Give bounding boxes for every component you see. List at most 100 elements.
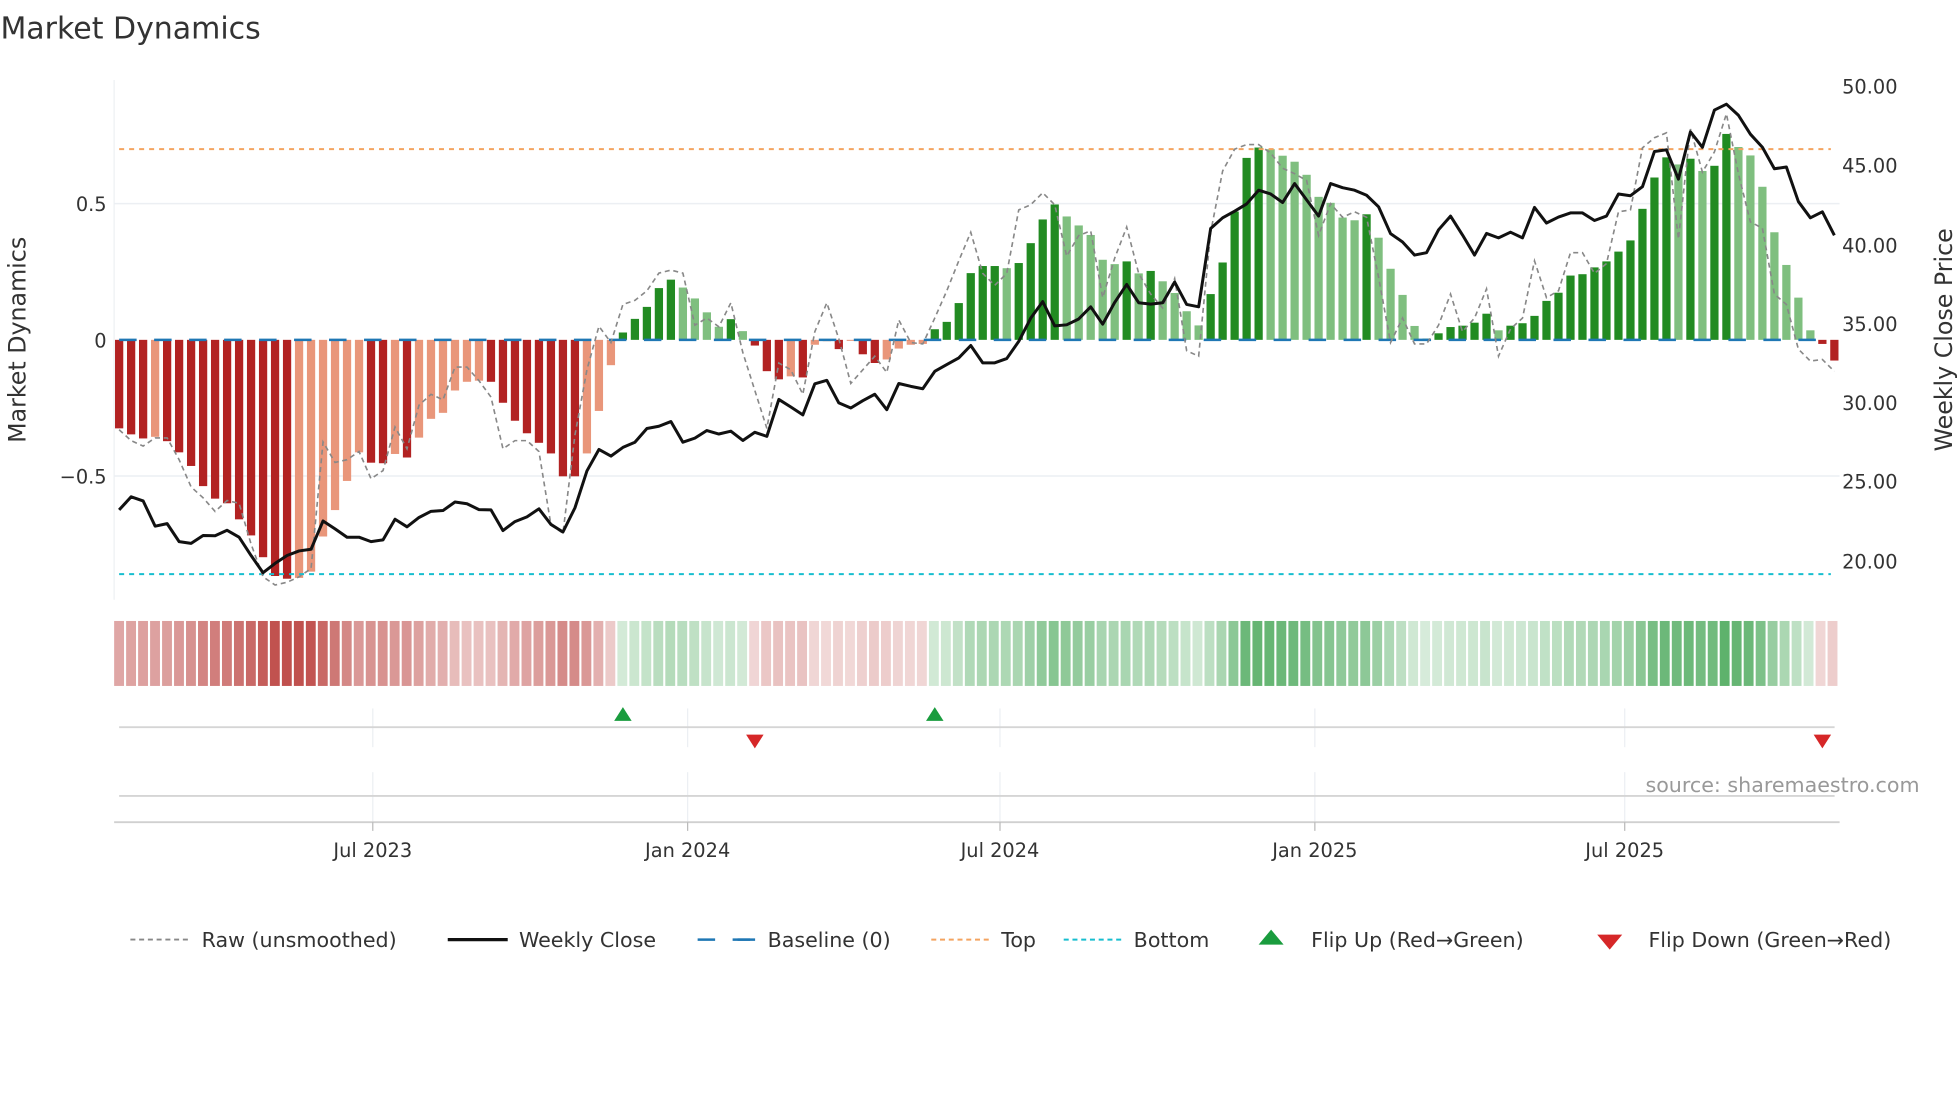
dynamics-bar bbox=[942, 321, 951, 340]
dynamics-bar bbox=[1434, 333, 1443, 340]
legend-bottom-label: Bottom bbox=[1134, 928, 1210, 952]
dynamics-bar bbox=[1686, 158, 1695, 340]
legend-flip-down-label: Flip Down (Green→Red) bbox=[1648, 928, 1891, 952]
heat-cell bbox=[916, 620, 927, 686]
heat-cell bbox=[281, 620, 292, 686]
dynamics-bar bbox=[258, 339, 268, 558]
dynamics-bar bbox=[654, 288, 664, 340]
heat-cell bbox=[557, 620, 568, 686]
heat-strip bbox=[114, 620, 1838, 686]
legend: Raw (unsmoothed) Weekly Close Baseline (… bbox=[130, 928, 1891, 952]
y2-tick-label: 45.00 bbox=[1842, 154, 1897, 177]
dynamics-bar bbox=[1518, 323, 1527, 340]
dynamics-bar bbox=[1746, 155, 1755, 340]
weekly-close-line bbox=[118, 102, 1836, 575]
flip-panel bbox=[114, 707, 1840, 824]
heat-cell bbox=[1432, 620, 1443, 686]
dynamics-bar bbox=[1326, 202, 1335, 340]
heat-cell bbox=[1444, 620, 1455, 686]
y-tick-label: 0.5 bbox=[76, 193, 107, 216]
y-axis-title: Market Dynamics bbox=[3, 237, 31, 443]
flip-down-triangle-icon bbox=[1597, 934, 1623, 950]
heat-cell bbox=[1731, 620, 1742, 686]
y2-axis-title: Weekly Close Price bbox=[1930, 228, 1958, 451]
heat-cell bbox=[114, 620, 125, 686]
heat-cell bbox=[162, 620, 172, 686]
dynamics-bar bbox=[438, 339, 448, 413]
heat-cell bbox=[1216, 620, 1227, 686]
x-tick-label: Jul 2023 bbox=[332, 839, 412, 862]
dynamics-bar bbox=[786, 339, 795, 377]
y-tick-label: −0.5 bbox=[60, 466, 107, 489]
dynamics-bar bbox=[1566, 275, 1575, 340]
heat-cell bbox=[892, 620, 903, 686]
heat-cell bbox=[1312, 620, 1323, 686]
heat-cell bbox=[1635, 620, 1646, 686]
heat-cell bbox=[1144, 620, 1155, 686]
dynamics-bar bbox=[210, 339, 220, 499]
heat-cell bbox=[293, 620, 304, 686]
heat-cell bbox=[869, 620, 879, 686]
dynamics-bar bbox=[115, 339, 124, 429]
y2-tick-label: 40.00 bbox=[1842, 234, 1897, 257]
heat-cell bbox=[485, 620, 496, 686]
dynamics-bar bbox=[246, 339, 256, 536]
heat-cell bbox=[904, 620, 915, 686]
dynamics-bar bbox=[714, 326, 723, 340]
dynamics-bar bbox=[930, 329, 939, 340]
dynamics-bar bbox=[1314, 196, 1323, 340]
dynamics-bar bbox=[1614, 251, 1623, 340]
heat-cell bbox=[1563, 620, 1574, 686]
legend-raw-label: Raw (unsmoothed) bbox=[202, 928, 397, 952]
dynamics-bar bbox=[1014, 263, 1023, 340]
heat-cell bbox=[1408, 620, 1419, 686]
heat-cell bbox=[1611, 620, 1622, 686]
dynamics-bar bbox=[1758, 186, 1767, 340]
dynamics-bar bbox=[270, 339, 280, 576]
heat-cell bbox=[449, 620, 460, 686]
heat-cell bbox=[821, 620, 831, 686]
dynamics-bar bbox=[726, 319, 735, 340]
heat-cell bbox=[221, 620, 232, 686]
heat-cell bbox=[461, 620, 472, 686]
heat-cell bbox=[389, 620, 400, 686]
heat-cell bbox=[233, 620, 244, 686]
dynamics-bar bbox=[954, 303, 963, 340]
heat-cell bbox=[1791, 620, 1802, 686]
heat-cell bbox=[1120, 620, 1131, 686]
dynamics-bar bbox=[1650, 177, 1659, 340]
dynamics-bar bbox=[474, 339, 484, 381]
heat-cell bbox=[605, 620, 616, 686]
heat-cell bbox=[1240, 620, 1251, 686]
heat-cell bbox=[1060, 620, 1071, 686]
heat-cell bbox=[269, 620, 280, 686]
dynamics-bar bbox=[498, 339, 508, 403]
heat-cell bbox=[1024, 620, 1035, 686]
dynamics-bar bbox=[414, 339, 424, 438]
heat-cell bbox=[964, 620, 975, 686]
heat-cell bbox=[150, 620, 160, 686]
heat-cell bbox=[773, 620, 784, 686]
dynamics-bar bbox=[426, 339, 436, 419]
dynamics-bar bbox=[1542, 300, 1551, 340]
dynamics-bar bbox=[1830, 339, 1839, 361]
heat-cell bbox=[198, 620, 208, 686]
heat-cell bbox=[377, 620, 388, 686]
dynamics-bar bbox=[1062, 216, 1071, 340]
heat-cell bbox=[1300, 620, 1311, 686]
heat-cell bbox=[305, 620, 316, 686]
heat-cell bbox=[629, 620, 640, 686]
heat-cell bbox=[617, 620, 628, 686]
heat-cell bbox=[1084, 620, 1095, 686]
dynamics-bar bbox=[870, 339, 879, 363]
dynamics-bar bbox=[1350, 220, 1359, 340]
heat-cell bbox=[677, 620, 688, 686]
heat-cell bbox=[497, 620, 508, 686]
heat-cell bbox=[425, 620, 436, 686]
heat-cell bbox=[749, 620, 760, 686]
heat-cell bbox=[797, 620, 807, 686]
dynamics-bar bbox=[1278, 155, 1287, 340]
dynamics-bar bbox=[762, 339, 771, 372]
heat-cell bbox=[665, 620, 676, 686]
heat-cell bbox=[1528, 620, 1538, 686]
